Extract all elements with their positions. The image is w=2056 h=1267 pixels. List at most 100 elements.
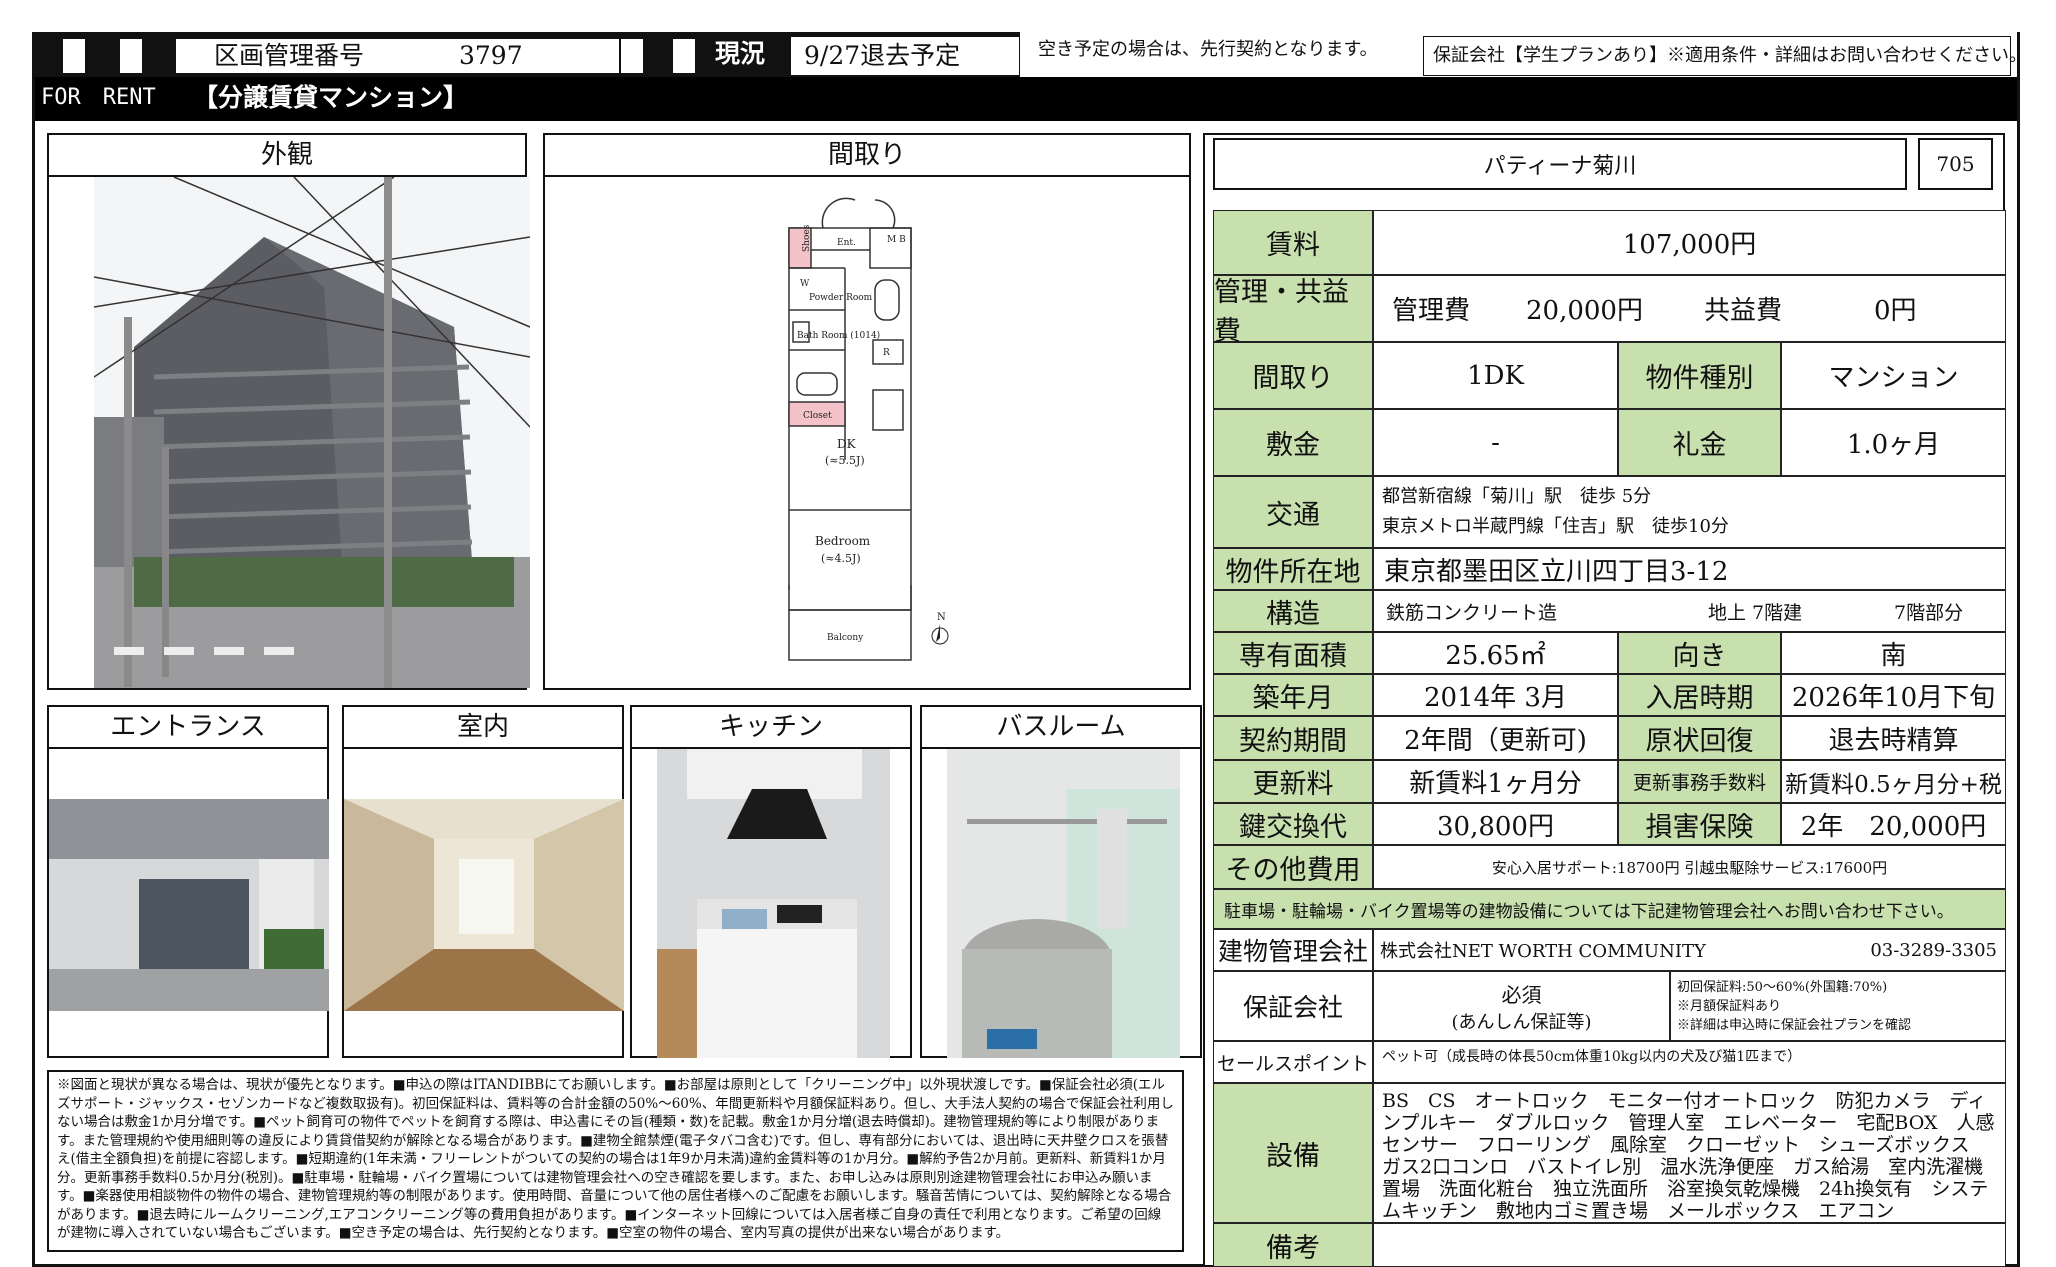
bathroom-panel: バスルーム: [920, 705, 1202, 1058]
floorplan-drawing: Shoes Ent. M B W Powder Room Bath Room (…: [788, 197, 949, 661]
fp-bedroom-size: (≈4.5J): [821, 552, 861, 565]
status-value: 9/27退去予定: [804, 41, 961, 70]
rent-value: 107,000円: [1373, 210, 2006, 275]
common-fee-value: 0円: [1874, 296, 1917, 326]
address-value: 東京都墨田区立川四丁目3-12: [1373, 548, 2006, 590]
key-value: 30,800円: [1373, 803, 1618, 845]
entrance-photo: [49, 799, 329, 1011]
fee-row: 管理費 20,000円 共益費 0円: [1373, 275, 2006, 342]
fp-bath: Bath Room (1014): [797, 330, 880, 341]
fp-w: W: [800, 279, 810, 289]
interior-photo: [344, 799, 624, 1011]
fp-bedroom: Bedroom: [815, 534, 871, 548]
fp-dk: DK: [837, 437, 857, 451]
movein-label: 入居時期: [1618, 674, 1781, 716]
header-blank-box: [119, 38, 143, 74]
equipment-value: BS CS オートロック モニター付オートロック 防犯カメラ ディンプルキー ダ…: [1373, 1083, 2006, 1223]
guarantor-note-2: ※月額保証料あり: [1677, 998, 1782, 1014]
fp-ent: Ent.: [837, 238, 856, 248]
access-value: 都営新宿線「菊川」駅 徒歩 5分 東京メトロ半蔵門線「住吉」駅 徒歩10分: [1373, 476, 2006, 548]
key-money-value: 1.0ヶ月: [1781, 409, 2006, 476]
access-label: 交通: [1213, 476, 1373, 548]
mgmt-co-label: 建物管理会社: [1213, 929, 1373, 971]
address-text: 東京都墨田区立川四丁目3-12: [1384, 556, 1729, 587]
sales-value: ペット可（成長時の体長50cm体重10kg以内の犬及び猫1匹まで）: [1373, 1041, 2006, 1083]
access-line-1: 都営新宿線「菊川」駅 徒歩 5分: [1382, 486, 1652, 507]
vacancy-note: 空き予定の場合は、先行契約となります。: [1038, 39, 1378, 60]
built-value: 2014年 3月: [1373, 674, 1618, 716]
guarantee-note: 保証会社【学生プランあり】※適用条件・詳細はお問い合わせください。: [1433, 45, 2027, 66]
panel-title: キッチン: [632, 707, 910, 749]
built-label: 築年月: [1213, 674, 1373, 716]
other-label: その他費用: [1213, 845, 1373, 889]
term-label: 契約期間: [1213, 716, 1373, 760]
guarantor-required: 必須: [1501, 982, 1542, 1007]
term-value: 2年間（更新可): [1373, 716, 1618, 760]
fee-label: 管理・共益費: [1213, 275, 1373, 347]
restore-label: 原状回復: [1618, 716, 1781, 760]
area-label: 専有面積: [1213, 632, 1373, 674]
renewal-label: 更新料: [1213, 760, 1373, 803]
fp-closet: Closet: [803, 411, 832, 421]
equipment-label: 設備: [1213, 1083, 1373, 1223]
structure-label: 構造: [1213, 590, 1373, 632]
entrance-panel: エントランス: [47, 705, 329, 1058]
sales-text: ペット可（成長時の体長50cm体重10kg以内の犬及び猫1匹まで）: [1382, 1049, 1802, 1065]
mgmt-co-row: 株式会社NET WORTH COMMUNITY 03-3289-3305: [1373, 929, 2006, 971]
mgmt-co-value: 株式会社NET WORTH COMMUNITY: [1380, 941, 1706, 962]
area-value: 25.65㎡: [1373, 632, 1618, 674]
header-blank-box: [62, 38, 86, 74]
movein-value: 2026年10月下旬: [1781, 674, 2006, 716]
parking-note: 駐車場・駐輪場・バイク置場等の建物設備については下記建物管理会社へお問い合わせ下…: [1213, 889, 2006, 929]
remarks-label: 備考: [1213, 1223, 1373, 1267]
fp-powder: Powder Room: [809, 293, 873, 303]
status-label: 現況: [715, 39, 766, 68]
exterior-panel: 外観: [47, 133, 530, 690]
floorplan-panel: 間取り Shoes Ent. M B W Powder Room Bath Ro…: [543, 133, 1191, 690]
panel-title: 外観: [49, 135, 525, 177]
for-rent-bar: FOR RENT 【分譲賃貸マンション】: [35, 77, 2017, 121]
header-blank-box: [672, 38, 696, 74]
exterior-photo: [94, 177, 530, 688]
type-label: 物件種別: [1618, 342, 1781, 409]
structure-value: 鉄筋コンクリート造: [1386, 601, 1558, 624]
access-line-2: 東京メトロ半蔵門線「住吉」駅 徒歩10分: [1382, 516, 1729, 537]
fp-north: N: [937, 612, 946, 623]
other-value: 安心入居サポート:18700円 引越虫駆除サービス:17600円: [1373, 845, 2006, 889]
insurance-label: 損害保険: [1618, 803, 1781, 845]
guarantor-note-1: 初回保証料:50～60%(外国籍:70%): [1677, 979, 1888, 995]
mgmt-fee-label: 管理費: [1392, 296, 1471, 326]
key-label: 鍵交換代: [1213, 803, 1373, 845]
header-bar: 区画管理番号 3797 現況 9/27退去予定 空き予定の場合は、先行契約となり…: [35, 31, 2027, 77]
common-fee-label: 共益費: [1704, 296, 1783, 326]
guarantor-value: 必須 (あんしん保証等): [1373, 971, 1670, 1041]
sales-label: セールスポイント: [1213, 1041, 1373, 1083]
address-label: 物件所在地: [1213, 548, 1373, 590]
structure-row: 鉄筋コンクリート造 地上 7階建 7階部分: [1373, 590, 2006, 632]
guarantor-name: (あんしん保証等): [1451, 1011, 1592, 1033]
insurance-value: 2年 20,000円: [1781, 803, 2006, 845]
terms-notes: ※図面と現状が異なる場合は、現状が優先となります。■申込の際はITANDIBBに…: [47, 1070, 1184, 1252]
status-box: 9/27退去予定: [790, 36, 1020, 76]
guarantor-note-3: ※詳細は申込時に保証会社プランを確認: [1677, 1017, 1912, 1033]
deposit-value: -: [1373, 409, 1618, 476]
restore-value: 退去時精算: [1781, 716, 2006, 760]
fp-mb: M B: [887, 235, 906, 245]
vacancy-note-box: 空き予定の場合は、先行契約となります。: [1020, 31, 1417, 77]
equipment-text: BS CS オートロック モニター付オートロック 防犯カメラ ディンプルキー ダ…: [1382, 1090, 1995, 1222]
property-name: パティーナ菊川: [1213, 138, 1907, 190]
category-label: 【分譲賃貸マンション】: [193, 83, 469, 112]
fp-r: R: [883, 348, 890, 358]
floors-value: 地上 7階建: [1708, 601, 1803, 624]
renewal-fee-label: 更新事務手数料: [1618, 760, 1781, 803]
direction-value: 南: [1781, 632, 2006, 674]
interior-panel: 室内: [342, 705, 624, 1058]
header-blank-box: [620, 38, 644, 74]
renewal-value: 新賃料1ヶ月分: [1373, 760, 1618, 803]
layout-value: 1DK: [1373, 342, 1618, 409]
type-value: マンション: [1781, 342, 2006, 409]
fp-balcony: Balcony: [827, 633, 864, 643]
panel-title: 間取り: [545, 135, 1189, 177]
fp-dk-size: (≈5.5J): [825, 454, 865, 467]
rent-label: 賃料: [1213, 210, 1373, 275]
